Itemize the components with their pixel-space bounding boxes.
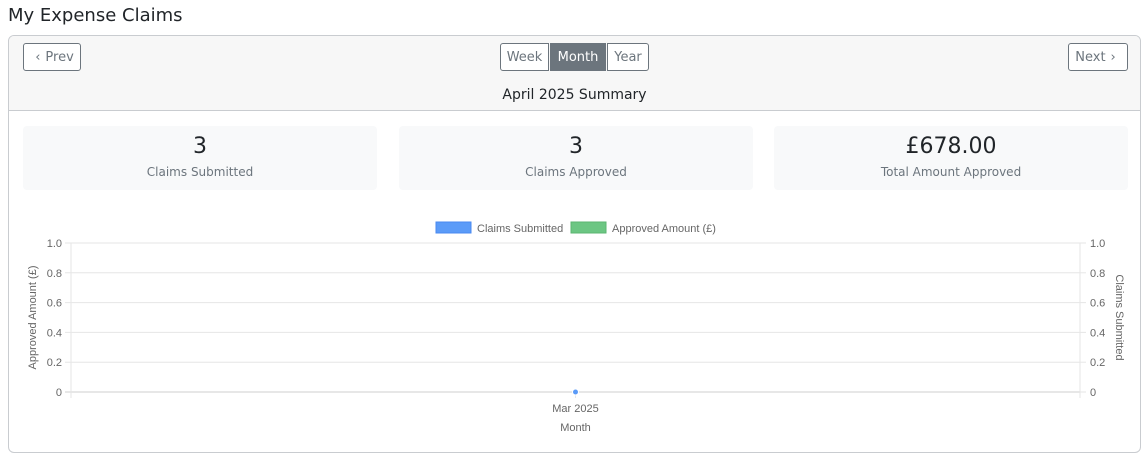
y-right-tick-label: 1.0 — [1090, 238, 1105, 250]
y-right-axis-title: Claims Submitted — [1113, 274, 1125, 360]
legend-swatch-approved-amount — [570, 221, 607, 234]
y-left-tick-label: 0.4 — [47, 327, 62, 339]
expense-summary-card: ‹ Prev Week Month Year Next › April 2025… — [8, 35, 1141, 453]
x-tick-label: Mar 2025 — [552, 403, 598, 415]
y-left-tick-label: 0.6 — [47, 298, 62, 310]
expense-chart: 0 0.2 0.4 0.6 0.8 1.0 0 0.2 0.4 0.6 0.8 1.0 Mar 2025… — [27, 221, 1125, 434]
page-title: My Expense Claims — [8, 5, 183, 26]
y-left-tick-label: 0.8 — [47, 268, 62, 280]
y-right-tick-label: 0.4 — [1090, 327, 1105, 339]
legend-label-claims-submitted: Claims Submitted — [477, 223, 563, 235]
y-left-tick-label: 0.2 — [47, 357, 62, 369]
y-right-tick-label: 0.2 — [1090, 357, 1105, 369]
y-right-tick-label: 0.8 — [1090, 268, 1105, 280]
y-left-tick-label: 0 — [56, 387, 62, 399]
y-right-tick-label: 0.6 — [1090, 298, 1105, 310]
legend-swatch-claims-submitted — [435, 221, 472, 234]
y-left-tick-label: 1.0 — [47, 238, 62, 250]
y-right-tick-label: 0 — [1090, 387, 1096, 399]
y-left-axis-title: Approved Amount (£) — [27, 266, 39, 370]
legend-label-approved-amount: Approved Amount (£) — [612, 223, 716, 235]
data-point-claims-submitted — [572, 388, 579, 396]
x-axis-title: Month — [560, 422, 591, 434]
